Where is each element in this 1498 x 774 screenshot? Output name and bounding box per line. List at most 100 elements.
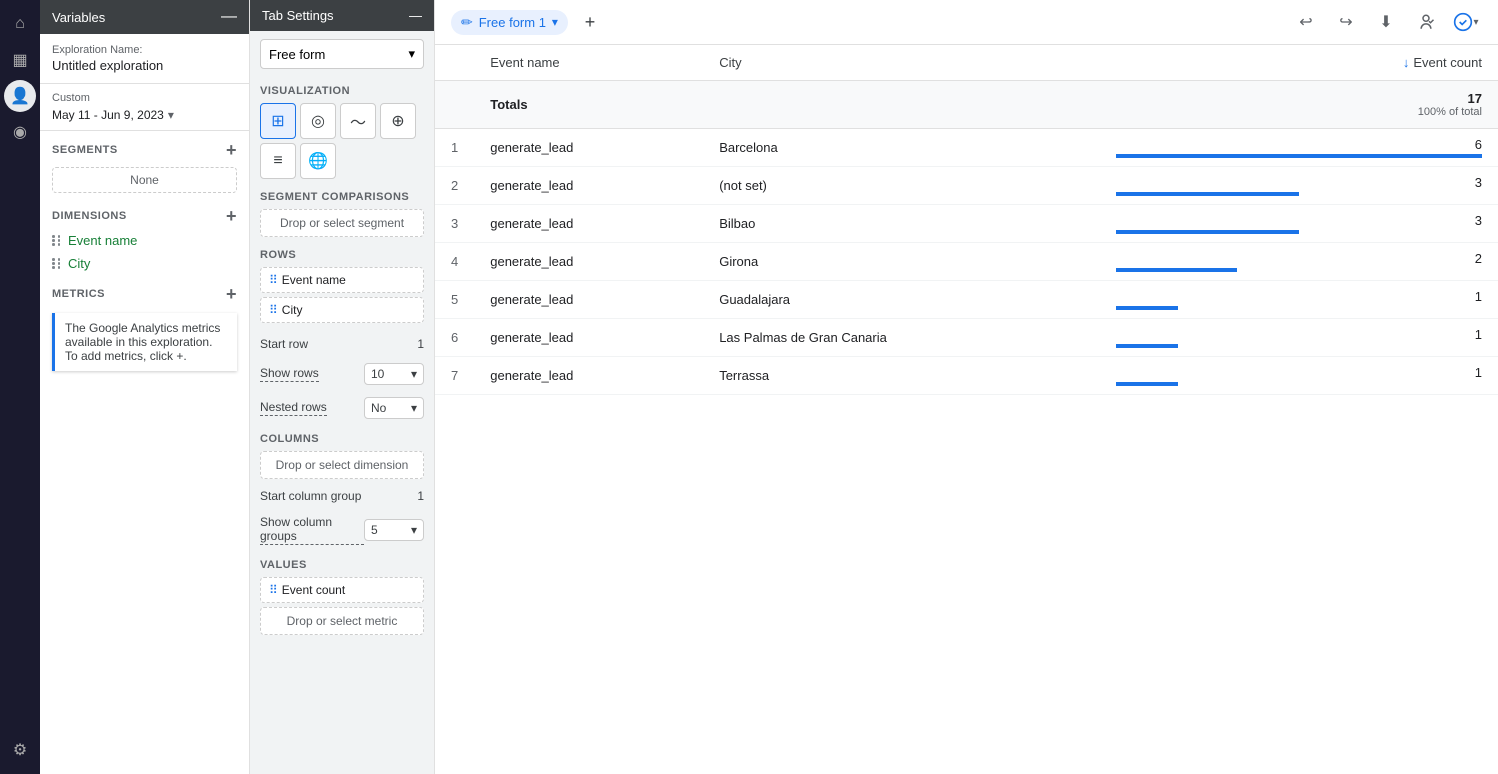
nested-rows-dropdown[interactable]: No ▾	[364, 397, 424, 419]
map-viz-icon[interactable]: 🌐	[300, 143, 336, 179]
scatter-viz-icon[interactable]: ⊕	[380, 103, 416, 139]
row-num-7: 7	[435, 357, 474, 395]
start-column-group-label: Start column group	[260, 489, 361, 503]
dimension-event-name[interactable]: Event name	[40, 229, 249, 252]
bar-viz-icon[interactable]: ≡	[260, 143, 296, 179]
start-row-label: Start row	[260, 337, 308, 351]
exploration-name-label: Exploration Name:	[52, 44, 237, 56]
check-circle-button[interactable]: ▾	[1450, 6, 1482, 38]
technique-chevron-icon: ▾	[408, 46, 415, 62]
show-column-groups-value: 5	[371, 523, 378, 537]
free-form-tab[interactable]: ✏ Free form 1 ▾	[451, 10, 568, 35]
segments-label: SEGMENTS	[52, 144, 118, 156]
city-3: Bilbao	[703, 205, 1100, 243]
data-table-area: Event name City ↓Event count Totals 17 1…	[435, 45, 1498, 774]
col-event-name[interactable]: Event name	[474, 45, 703, 81]
event-name-5: generate_lead	[474, 281, 703, 319]
main-toolbar: ✏ Free form 1 ▾ + ↩ ↪ ⬇ ▾	[435, 0, 1498, 45]
date-range-select[interactable]: May 11 - Jun 9, 2023 ▾	[52, 108, 237, 122]
col-rownum	[435, 45, 474, 81]
undo-button[interactable]: ↩	[1290, 6, 1322, 38]
nested-rows-setting: Nested rows No ▾	[250, 391, 434, 425]
row-chip-event-name[interactable]: ⠿ Event name	[260, 267, 424, 293]
segment-drop-zone[interactable]: Drop or select segment	[260, 209, 424, 237]
show-rows-dropdown[interactable]: 10 ▾	[364, 363, 424, 385]
totals-row: Totals 17 100% of total	[435, 81, 1498, 129]
metrics-label: METRICS	[52, 288, 105, 300]
check-chevron-icon: ▾	[1473, 17, 1478, 28]
city-6: Las Palmas de Gran Canaria	[703, 319, 1100, 357]
metrics-section-header: METRICS +	[40, 275, 249, 307]
event-name-7: generate_lead	[474, 357, 703, 395]
event-name-4: generate_lead	[474, 243, 703, 281]
column-drop-zone[interactable]: Drop or select dimension	[260, 451, 424, 479]
donut-viz-icon[interactable]: ◎	[300, 103, 336, 139]
value-drop-zone[interactable]: Drop or select metric	[260, 607, 424, 635]
table-row: 5 generate_lead Guadalajara 1	[435, 281, 1498, 319]
event-count-3: 3	[1100, 205, 1498, 243]
col-event-count[interactable]: ↓Event count	[1100, 45, 1498, 81]
row-num-3: 3	[435, 205, 474, 243]
event-count-4: 2	[1100, 243, 1498, 281]
tab-name: Free form 1	[479, 15, 546, 30]
settings-icon[interactable]: ⚙	[4, 734, 36, 766]
tab-settings-close[interactable]: —	[409, 8, 422, 23]
visualization-section: VISUALIZATION ⊞ ◎ 〜 ⊕ ≡ 🌐	[250, 77, 434, 183]
row-chip-city-label: City	[282, 303, 303, 317]
city-7: Terrassa	[703, 357, 1100, 395]
drag-handle-city-icon	[52, 258, 62, 269]
dimension-city[interactable]: City	[40, 252, 249, 275]
row-chip-icon: ⠿	[269, 273, 278, 287]
row-num-6: 6	[435, 319, 474, 357]
table-viz-icon[interactable]: ⊞	[260, 103, 296, 139]
tab-settings-panel: Tab Settings — Free form ▾ VISUALIZATION…	[250, 0, 435, 774]
metrics-tooltip-text: The Google Analytics metrics available i…	[65, 321, 220, 363]
tag-icon[interactable]: ◉	[4, 116, 36, 148]
rows-section: ROWS ⠿ Event name ⠿ City	[250, 241, 434, 331]
row-chip-city[interactable]: ⠿ City	[260, 297, 424, 323]
date-range-label: Custom	[52, 92, 237, 104]
start-column-group-value: 1	[417, 489, 424, 503]
chart-icon[interactable]: ▦	[4, 44, 36, 76]
city-2: (not set)	[703, 167, 1100, 205]
variables-title: Variables	[52, 10, 105, 25]
event-count-7: 1	[1100, 357, 1498, 395]
table-row: 3 generate_lead Bilbao 3	[435, 205, 1498, 243]
col-city[interactable]: City	[703, 45, 1100, 81]
values-section: VALUES ⠿ Event count Drop or select metr…	[250, 551, 434, 639]
tab-chevron-icon: ▾	[552, 15, 558, 29]
event-name-3: generate_lead	[474, 205, 703, 243]
exploration-name-section: Exploration Name: Untitled exploration	[40, 34, 249, 84]
home-icon[interactable]: ⌂	[4, 8, 36, 40]
tab-settings-header: Tab Settings —	[250, 0, 434, 31]
dimensions-add-button[interactable]: +	[226, 207, 237, 225]
nested-rows-value: No	[371, 401, 386, 415]
table-header-row: Event name City ↓Event count	[435, 45, 1498, 81]
date-range-section: Custom May 11 - Jun 9, 2023 ▾	[40, 84, 249, 131]
share-button[interactable]	[1410, 6, 1442, 38]
add-tab-button[interactable]: +	[576, 8, 604, 36]
values-label: VALUES	[260, 559, 424, 571]
show-column-groups-dropdown[interactable]: 5 ▾	[364, 519, 424, 541]
nested-rows-chevron-icon: ▾	[411, 401, 417, 415]
variables-panel-close[interactable]: —	[221, 8, 237, 26]
main-content: ✏ Free form 1 ▾ + ↩ ↪ ⬇ ▾ Event name Cit…	[435, 0, 1498, 774]
data-table: Event name City ↓Event count Totals 17 1…	[435, 45, 1498, 395]
redo-button[interactable]: ↪	[1330, 6, 1362, 38]
event-name-2: generate_lead	[474, 167, 703, 205]
metrics-tooltip: The Google Analytics metrics available i…	[52, 313, 237, 371]
value-chip-event-count[interactable]: ⠿ Event count	[260, 577, 424, 603]
value-drop-placeholder: Drop or select metric	[287, 614, 398, 628]
start-row-value: 1	[417, 337, 424, 351]
people-icon[interactable]: 👤	[4, 80, 36, 112]
event-count-6: 1	[1100, 319, 1498, 357]
download-button[interactable]: ⬇	[1370, 6, 1402, 38]
segments-add-button[interactable]: +	[226, 141, 237, 159]
technique-dropdown[interactable]: Free form ▾	[260, 39, 424, 69]
columns-section: COLUMNS Drop or select dimension	[250, 425, 434, 483]
show-rows-value: 10	[371, 367, 384, 381]
date-chevron-icon: ▾	[168, 108, 174, 122]
line-viz-icon[interactable]: 〜	[340, 103, 376, 139]
start-row-setting: Start row 1	[250, 331, 434, 357]
metrics-add-button[interactable]: +	[226, 285, 237, 303]
